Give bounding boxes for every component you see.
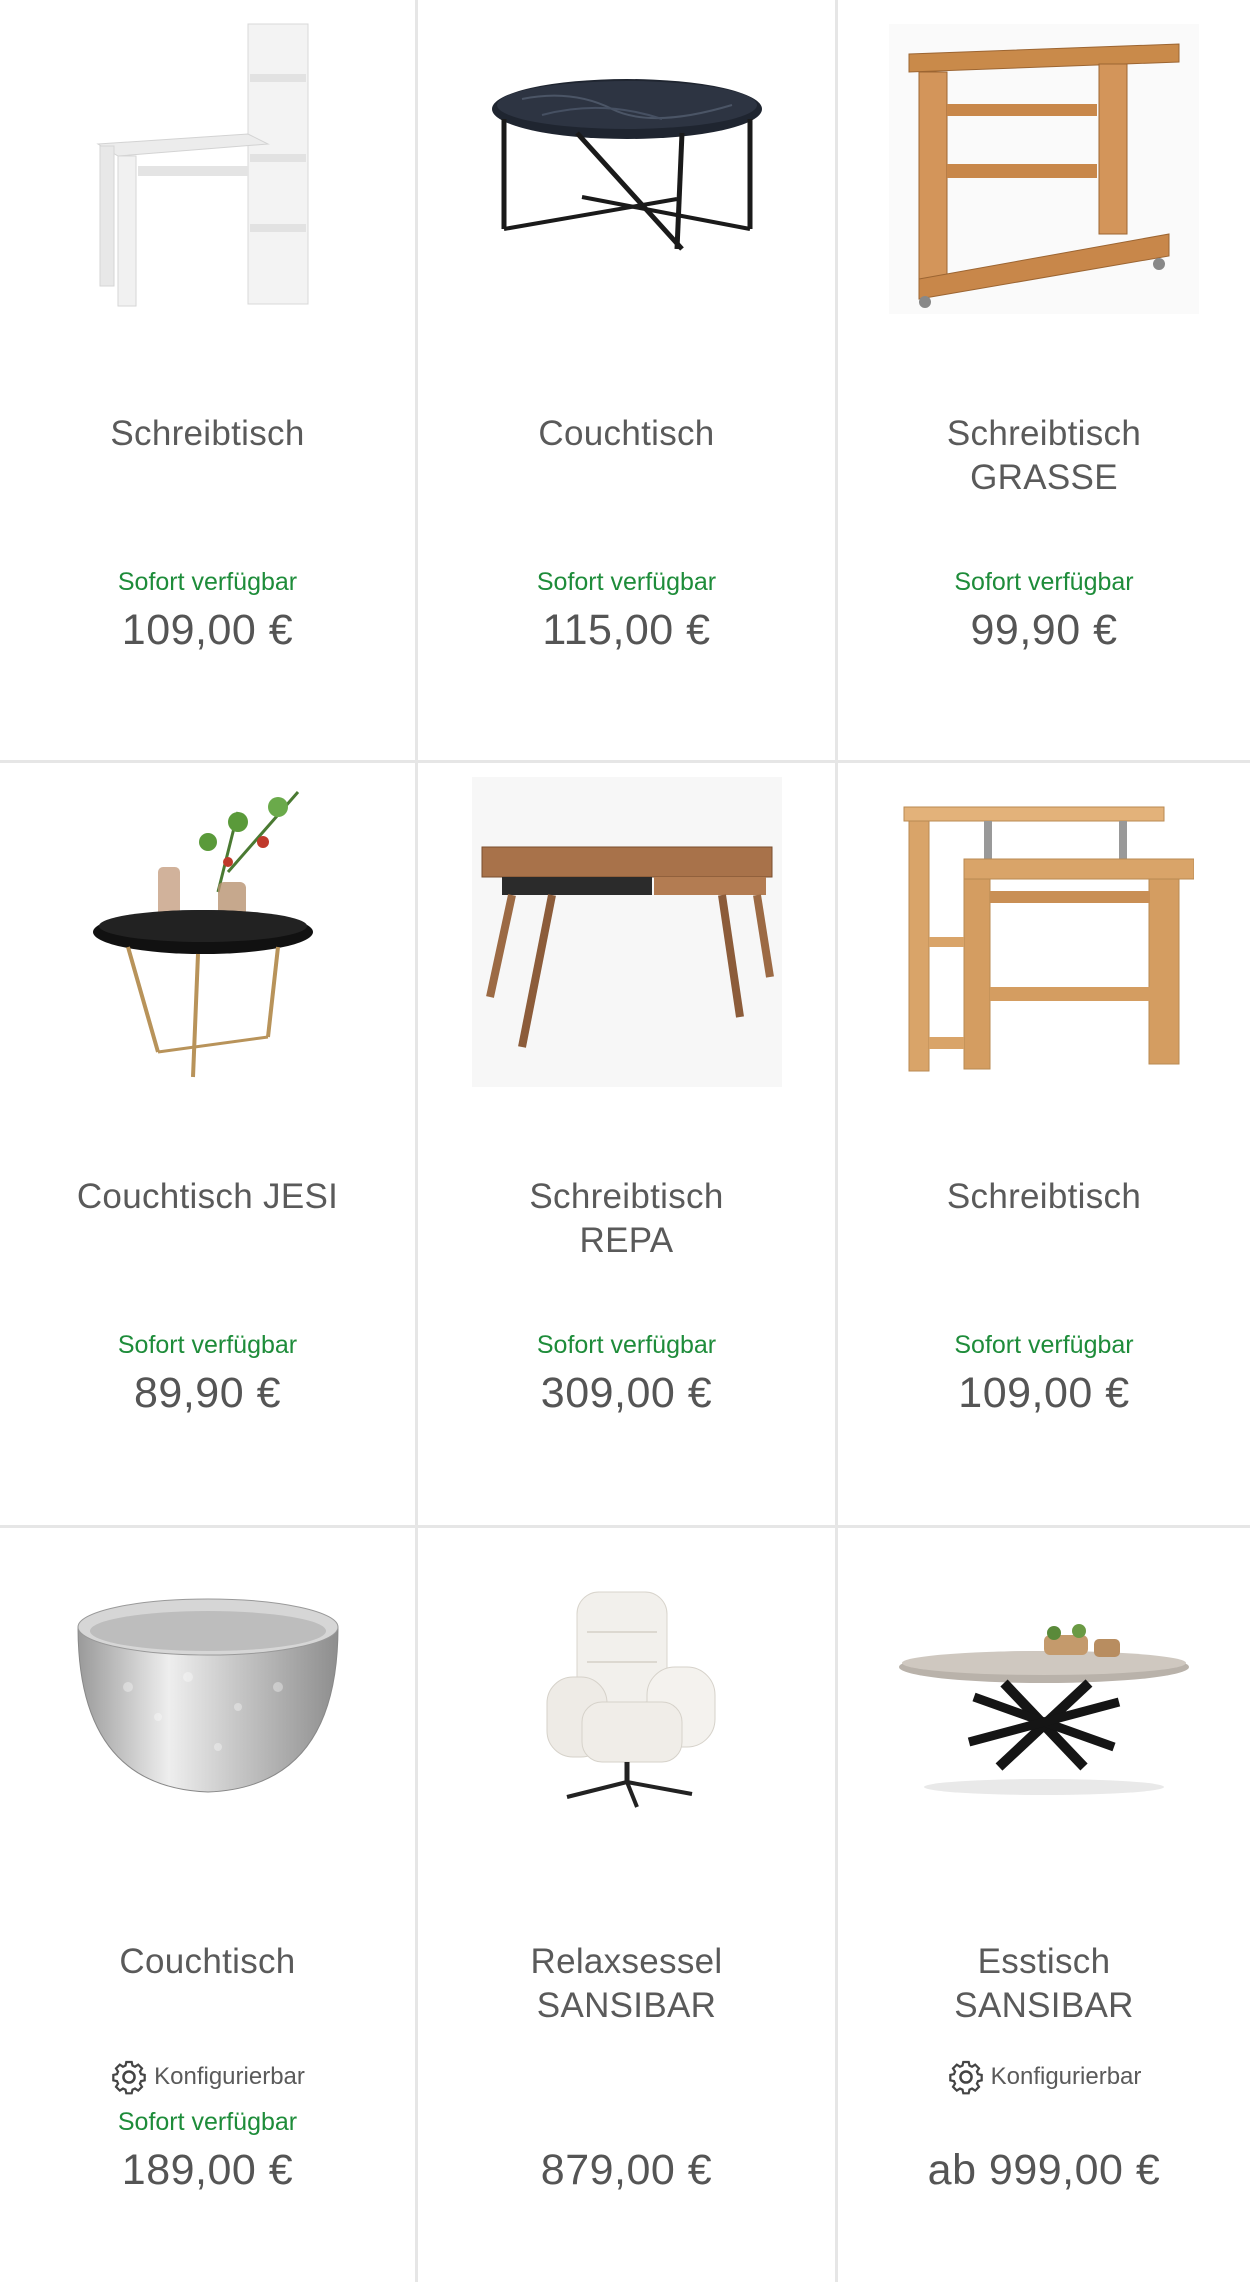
availability-status: Sofort verfügbar xyxy=(117,568,298,596)
product-title-line[interactable]: Schreibtisch xyxy=(848,412,1240,456)
product-title[interactable]: Schreibtisch REPA xyxy=(428,1175,825,1263)
product-price: 879,00 € xyxy=(540,2146,713,2194)
availability-status: Sofort verfügbar xyxy=(117,2108,298,2136)
configurable-text: Konfigurierbar xyxy=(154,2063,305,2090)
gear-icon xyxy=(112,2060,146,2095)
product-card[interactable]: Couchtisch Konfigurierbar Sofort verfügb… xyxy=(0,1528,418,2282)
configurable-row: Konfigurierbar xyxy=(838,2058,1250,2096)
product-grid: Schreibtisch Sofort verfügbar 109,00 € C… xyxy=(0,0,1250,2282)
product-card[interactable]: Couchtisch Sofort verfügbar 115,00 € xyxy=(418,0,838,763)
product-title[interactable]: Relaxsessel SANSIBAR xyxy=(428,1940,825,2028)
availability-status: Sofort verfügbar xyxy=(536,568,717,596)
product-price: 115,00 € xyxy=(542,606,711,654)
product-card[interactable]: Couchtisch JESI Sofort verfügbar 89,90 € xyxy=(0,763,418,1528)
product-image-armchair[interactable] xyxy=(418,1542,835,1852)
availability-status: Sofort verfügbar xyxy=(954,1331,1134,1359)
product-title[interactable]: Schreibtisch GRASSE xyxy=(848,412,1240,500)
product-image-tray-table[interactable] xyxy=(0,777,415,1087)
product-title[interactable]: Couchtisch JESI xyxy=(10,1175,405,1219)
product-title-line[interactable]: SANSIBAR xyxy=(848,1984,1240,2028)
product-title-line[interactable]: Couchtisch xyxy=(10,1940,405,1984)
availability-status: Sofort verfügbar xyxy=(954,568,1134,596)
product-card[interactable]: Schreibtisch REPA Sofort verfügbar 309,0… xyxy=(418,763,838,1528)
product-price: 109,00 € xyxy=(958,1369,1130,1417)
product-title[interactable]: Esstisch SANSIBAR xyxy=(848,1940,1240,2028)
product-title-line[interactable]: Relaxsessel xyxy=(428,1940,825,1984)
configurable-row: Konfigurierbar xyxy=(0,2058,415,2096)
product-title-line[interactable]: REPA xyxy=(428,1219,825,1263)
product-image-silver-bowl-table[interactable] xyxy=(0,1542,415,1852)
product-image-computer-desk[interactable] xyxy=(838,14,1250,324)
availability-status: Sofort verfügbar xyxy=(117,1331,298,1359)
product-title[interactable]: Couchtisch xyxy=(10,1940,405,1984)
product-price: 109,00 € xyxy=(121,606,294,654)
product-price: ab 999,00 € xyxy=(927,2146,1161,2194)
product-image-dining-table[interactable] xyxy=(838,1542,1250,1852)
product-title-line[interactable]: Schreibtisch xyxy=(10,412,405,456)
product-card[interactable]: Esstisch SANSIBAR Konfigurierbar ab 999,… xyxy=(838,1528,1250,2282)
product-title-line[interactable]: GRASSE xyxy=(848,456,1240,500)
product-card[interactable]: Schreibtisch Sofort verfügbar 109,00 € xyxy=(838,763,1250,1528)
product-title-line[interactable]: Couchtisch xyxy=(428,412,825,456)
product-card[interactable]: Schreibtisch Sofort verfügbar 109,00 € xyxy=(0,0,418,763)
product-title-line[interactable]: Esstisch xyxy=(848,1940,1240,1984)
availability-status: Sofort verfügbar xyxy=(536,1331,717,1359)
product-image-beech-desk[interactable] xyxy=(838,777,1250,1087)
product-price: 189,00 € xyxy=(121,2146,294,2194)
product-price: 89,90 € xyxy=(134,1369,281,1417)
product-title[interactable]: Schreibtisch xyxy=(10,412,405,456)
gear-icon xyxy=(948,2060,983,2095)
product-title-line[interactable]: Couchtisch JESI xyxy=(10,1175,405,1219)
product-price: 99,90 € xyxy=(970,606,1118,654)
product-title-line[interactable]: SANSIBAR xyxy=(428,1984,825,2028)
product-card[interactable]: Schreibtisch GRASSE Sofort verfügbar 99,… xyxy=(838,0,1250,763)
product-image-walnut-desk[interactable] xyxy=(418,777,835,1087)
product-image-white-desk[interactable] xyxy=(0,14,415,324)
product-title[interactable]: Schreibtisch xyxy=(848,1175,1240,1219)
product-title-line[interactable]: Schreibtisch xyxy=(428,1175,825,1219)
product-title-line[interactable]: Schreibtisch xyxy=(848,1175,1240,1219)
product-image-coffee-table[interactable] xyxy=(418,14,835,324)
product-card[interactable]: Relaxsessel SANSIBAR 879,00 € xyxy=(418,1528,838,2282)
product-title[interactable]: Couchtisch xyxy=(428,412,825,456)
configurable-text: Konfigurierbar xyxy=(990,2063,1142,2090)
product-price: 309,00 € xyxy=(540,1369,713,1417)
